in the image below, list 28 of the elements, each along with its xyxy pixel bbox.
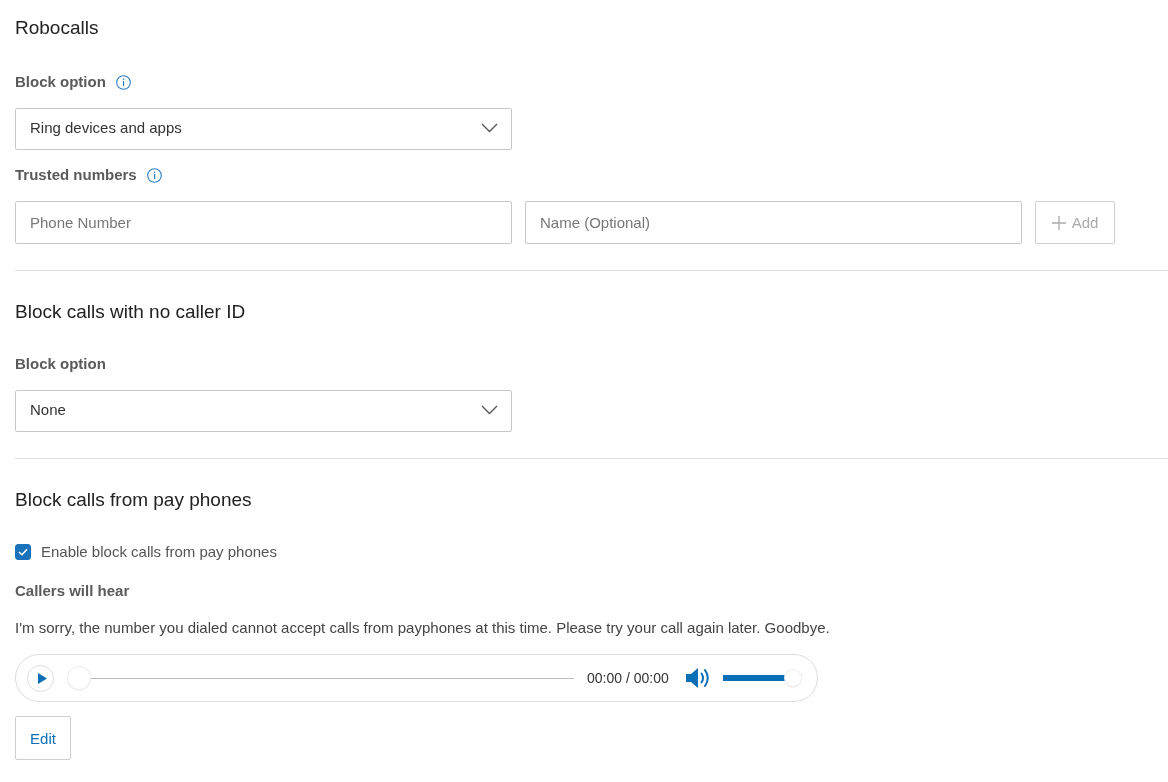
select-dropdown[interactable]: Ring devices and apps xyxy=(15,108,512,150)
checkbox-label: Enable block calls from pay phones xyxy=(41,542,277,562)
playback-time: 00:00 / 00:00 xyxy=(587,670,669,686)
chevron-down-icon xyxy=(481,404,498,415)
field-label: Trusted numbers xyxy=(15,165,137,185)
volume-handle[interactable] xyxy=(784,670,801,686)
edit-button[interactable]: Edit xyxy=(15,716,71,760)
input-field[interactable]: Name (Optional) xyxy=(525,201,1022,244)
section-title: Block calls with no caller ID xyxy=(15,300,247,324)
section-title: Block calls from pay phones xyxy=(15,488,253,512)
info-icon[interactable] xyxy=(146,167,162,183)
play-button[interactable] xyxy=(27,664,54,692)
section-title: Robocalls xyxy=(15,16,100,40)
field-label: Block option xyxy=(15,72,106,92)
chevron-down-icon xyxy=(481,122,498,133)
field-label: Block option xyxy=(15,354,106,374)
field-label: Callers will hear xyxy=(15,581,130,601)
info-icon[interactable] xyxy=(115,74,131,90)
seek-handle[interactable] xyxy=(68,667,90,689)
play-icon xyxy=(37,672,47,684)
plus-icon xyxy=(1051,215,1066,230)
speaker-icon xyxy=(684,666,711,690)
input-field[interactable]: Phone Number xyxy=(15,201,512,244)
volume-button[interactable] xyxy=(684,666,711,690)
checkmark-icon xyxy=(18,548,28,556)
select-dropdown[interactable]: None xyxy=(15,390,512,432)
message-text: I'm sorry, the number you dialed cannot accept calls from payphones at this time. Please try your call again later. Goodbye. xyxy=(15,618,831,638)
checkbox[interactable] xyxy=(15,544,31,560)
